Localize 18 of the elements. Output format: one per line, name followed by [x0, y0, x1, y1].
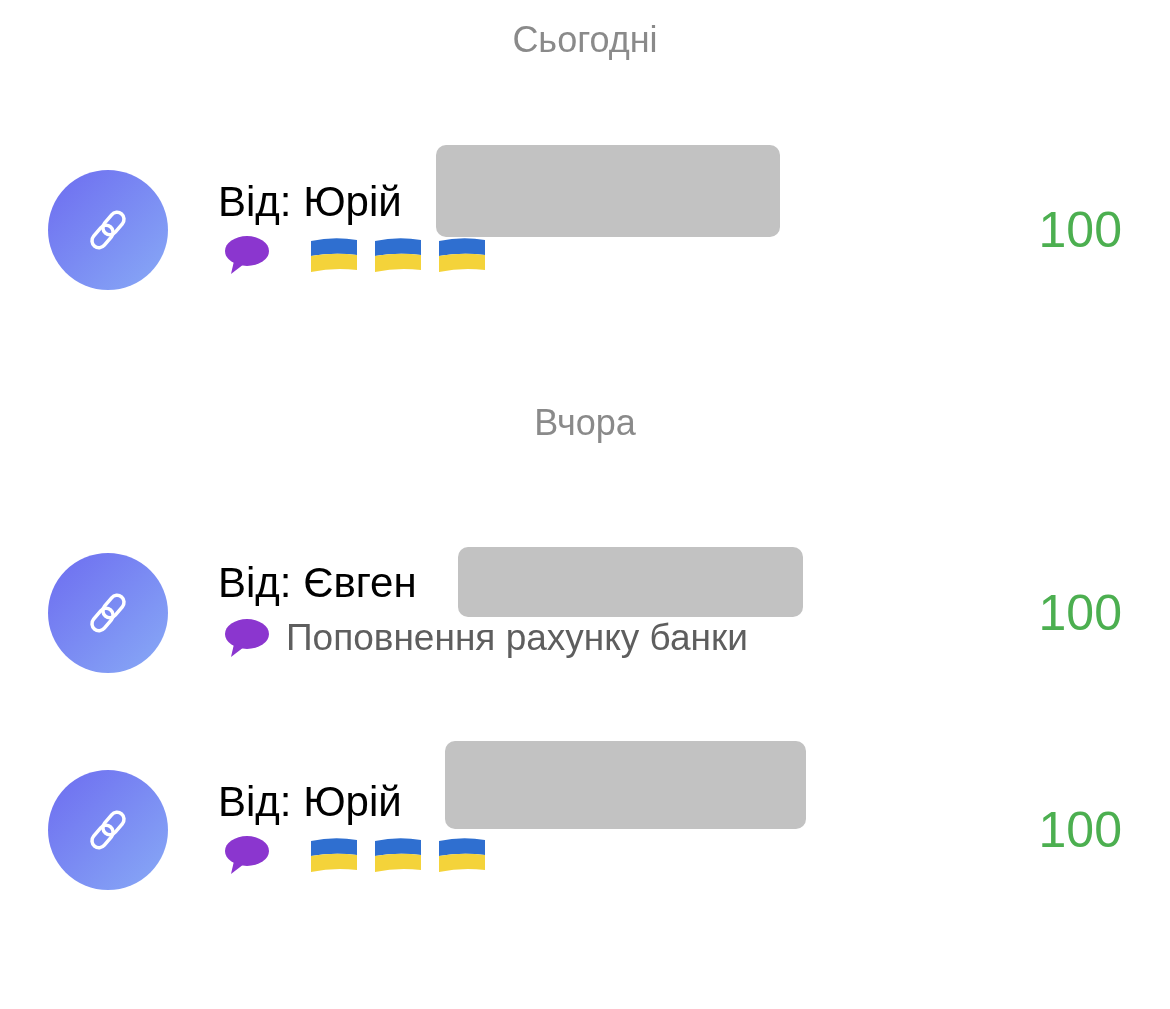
- section-date: Сьогодні: [512, 18, 658, 62]
- section-date: Вчора: [534, 401, 636, 445]
- comment-text: Поповнення рахунку банки: [286, 616, 748, 660]
- amount: 100: [1038, 583, 1122, 643]
- sender-name: Від: Юрій: [218, 777, 402, 827]
- speech-bubble-icon: [224, 235, 270, 275]
- amount: 100: [1038, 200, 1122, 260]
- sender-name: Від: Юрій: [218, 177, 402, 227]
- flag-icon: [438, 837, 486, 873]
- flag-icon: [310, 837, 358, 873]
- flag-icon: [310, 237, 358, 273]
- speech-bubble-icon: [224, 835, 270, 875]
- flag-icon: [438, 237, 486, 273]
- flag-icon: [374, 837, 422, 873]
- sender-name: Від: Євген: [218, 558, 417, 608]
- flag-icon: [374, 237, 422, 273]
- speech-bubble-icon: [224, 618, 270, 658]
- amount: 100: [1038, 800, 1122, 860]
